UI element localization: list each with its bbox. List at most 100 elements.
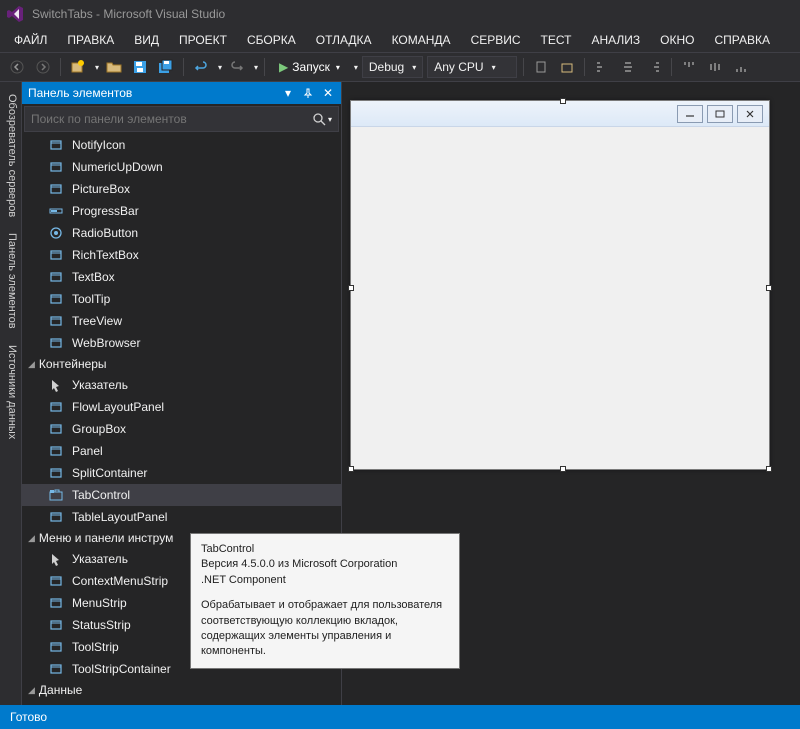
- search-input[interactable]: [31, 112, 309, 126]
- platform-dropdown[interactable]: Any CPU▾: [427, 56, 517, 78]
- dropdown-chevron-icon[interactable]: ▾: [218, 63, 222, 72]
- menu-проект[interactable]: ПРОЕКТ: [171, 30, 235, 50]
- menu-анализ[interactable]: АНАЛИЗ: [583, 30, 648, 50]
- toolbox-item[interactable]: NumericUpDown: [22, 156, 341, 178]
- tooltip-type: .NET Component: [201, 573, 449, 588]
- control-icon: [48, 551, 64, 567]
- toolbox-item[interactable]: SplitContainer: [22, 462, 341, 484]
- align-button[interactable]: [730, 56, 752, 78]
- menu-справка[interactable]: СПРАВКА: [706, 30, 778, 50]
- save-button[interactable]: [129, 56, 151, 78]
- toolbox-item[interactable]: WebBrowser: [22, 332, 341, 354]
- toolbox-item-label: MenuStrip: [72, 596, 127, 610]
- toolbox-item[interactable]: Panel: [22, 440, 341, 462]
- resize-handle[interactable]: [348, 466, 354, 472]
- menu-файл[interactable]: ФАЙЛ: [6, 30, 55, 50]
- maximize-button[interactable]: [707, 105, 733, 123]
- search-icon[interactable]: [313, 113, 326, 126]
- toolbox-item-label: SplitContainer: [72, 466, 147, 480]
- form-designer[interactable]: [350, 100, 770, 470]
- close-button[interactable]: [737, 105, 763, 123]
- toolbox-item[interactable]: TextBox: [22, 266, 341, 288]
- resize-handle[interactable]: [560, 98, 566, 104]
- separator: [671, 58, 672, 76]
- toolbox-item[interactable]: GroupBox: [22, 418, 341, 440]
- control-icon: [48, 399, 64, 415]
- start-debug-button[interactable]: ▶Запуск▾: [271, 56, 348, 78]
- close-icon[interactable]: ✕: [321, 86, 335, 100]
- menu-сервис[interactable]: СЕРВИС: [463, 30, 529, 50]
- toolbox-item[interactable]: FlowLayoutPanel: [22, 396, 341, 418]
- resize-handle[interactable]: [766, 466, 772, 472]
- dropdown-chevron-icon[interactable]: ▾: [328, 115, 332, 124]
- control-icon: [48, 269, 64, 285]
- menu-окно[interactable]: ОКНО: [652, 30, 702, 50]
- config-dropdown[interactable]: Debug▾: [362, 56, 423, 78]
- side-tab-well: Обозреватель серверовПанель элементовИст…: [0, 82, 22, 705]
- align-button[interactable]: [704, 56, 726, 78]
- dropdown-icon[interactable]: ▾: [281, 86, 295, 100]
- undo-button[interactable]: [190, 56, 212, 78]
- resize-handle[interactable]: [348, 285, 354, 291]
- toolbox-item[interactable]: TabControl: [22, 484, 341, 506]
- toolbox-item-label: GroupBox: [72, 422, 126, 436]
- control-icon: [48, 421, 64, 437]
- nav-back-button[interactable]: [6, 56, 28, 78]
- dropdown-chevron-icon[interactable]: ▾: [354, 63, 358, 72]
- nav-fwd-button[interactable]: [32, 56, 54, 78]
- pin-icon[interactable]: [301, 86, 315, 100]
- tool-button[interactable]: [556, 56, 578, 78]
- control-icon: [48, 617, 64, 633]
- redo-button[interactable]: [226, 56, 248, 78]
- align-button[interactable]: [678, 56, 700, 78]
- toolbox-item-label: RadioButton: [72, 226, 138, 240]
- sidetab[interactable]: Источники данных: [0, 337, 21, 447]
- titlebar: SwitchTabs - Microsoft Visual Studio: [0, 0, 800, 28]
- form-body[interactable]: [351, 127, 769, 469]
- toolbox-search[interactable]: ▾: [24, 106, 339, 132]
- dropdown-chevron-icon[interactable]: ▾: [95, 63, 99, 72]
- toolbox-item[interactable]: PictureBox: [22, 178, 341, 200]
- toolbox-item[interactable]: ToolTip: [22, 288, 341, 310]
- toolbox-item[interactable]: RadioButton: [22, 222, 341, 244]
- menubar: ФАЙЛПРАВКАВИДПРОЕКТСБОРКАОТЛАДКАКОМАНДАС…: [0, 28, 800, 52]
- align-button[interactable]: [617, 56, 639, 78]
- toolbox-item-label: Указатель: [72, 552, 128, 566]
- menu-команда[interactable]: КОМАНДА: [384, 30, 459, 50]
- toolbox-category[interactable]: ◢Контейнеры: [22, 354, 341, 374]
- sidetab[interactable]: Панель элементов: [0, 225, 21, 337]
- toolbox-category[interactable]: ◢Данные: [22, 680, 341, 700]
- window-title: SwitchTabs - Microsoft Visual Studio: [32, 7, 225, 21]
- tooltip: TabControl Версия 4.5.0.0 из Microsoft C…: [190, 533, 460, 669]
- toolbox-item[interactable]: RichTextBox: [22, 244, 341, 266]
- minimize-button[interactable]: [677, 105, 703, 123]
- sidetab[interactable]: Обозреватель серверов: [0, 86, 21, 225]
- toolbox-item-label: TreeView: [72, 314, 122, 328]
- save-all-button[interactable]: [155, 56, 177, 78]
- menu-сборка[interactable]: СБОРКА: [239, 30, 304, 50]
- tool-button[interactable]: [530, 56, 552, 78]
- toolbox-item[interactable]: NotifyIcon: [22, 134, 341, 156]
- menu-отладка[interactable]: ОТЛАДКА: [308, 30, 380, 50]
- collapse-icon: ◢: [28, 533, 35, 544]
- tooltip-version: Версия 4.5.0.0 из Microsoft Corporation: [201, 557, 449, 572]
- control-icon: [48, 313, 64, 329]
- toolbox-item-label: ProgressBar: [72, 204, 139, 218]
- toolbox-item[interactable]: TreeView: [22, 310, 341, 332]
- resize-handle[interactable]: [766, 285, 772, 291]
- control-icon: [48, 291, 64, 307]
- open-file-button[interactable]: [103, 56, 125, 78]
- control-icon: [48, 335, 64, 351]
- toolbox-item[interactable]: ProgressBar: [22, 200, 341, 222]
- menu-тест[interactable]: ТЕСТ: [533, 30, 580, 50]
- align-button[interactable]: [591, 56, 613, 78]
- menu-вид[interactable]: ВИД: [126, 30, 167, 50]
- align-button[interactable]: [643, 56, 665, 78]
- toolbox-item[interactable]: Указатель: [22, 374, 341, 396]
- resize-handle[interactable]: [560, 466, 566, 472]
- toolbox-item[interactable]: TableLayoutPanel: [22, 506, 341, 528]
- control-icon: [48, 181, 64, 197]
- dropdown-chevron-icon[interactable]: ▾: [254, 63, 258, 72]
- menu-правка[interactable]: ПРАВКА: [59, 30, 122, 50]
- new-project-button[interactable]: [67, 56, 89, 78]
